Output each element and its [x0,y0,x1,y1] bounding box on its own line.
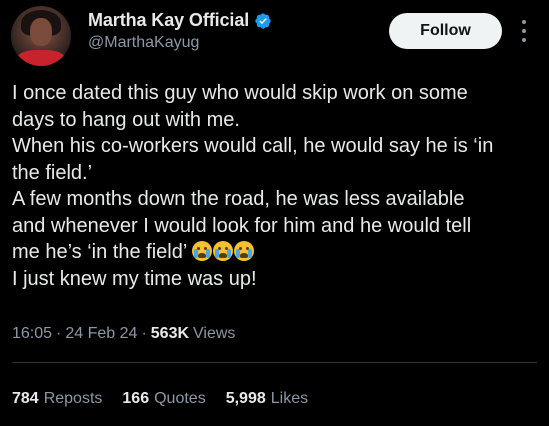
reposts-stat[interactable]: 784 Reposts [12,390,102,408]
tweet-text: I once dated this guy who would skip wor… [12,80,542,292]
likes-count: 5,998 [225,390,266,407]
tweet-line: the field.’ [12,161,93,184]
author-display-name[interactable]: Martha Kay Official [88,10,249,31]
tweet-line-with-emoji: me he’s ‘in the field’ [12,239,542,266]
tweet-date[interactable]: 24 Feb 24 [65,325,137,343]
quotes-label: Quotes [154,390,206,407]
tweet-line: A few months down the road, he was less … [12,188,465,210]
avatar[interactable] [11,6,71,66]
tweet-line: When his co-workers would call, he would… [12,135,494,157]
crying-face-emoji-icon [234,241,255,261]
tweet-meta: 16:05 · 24 Feb 24 · 563K Views [12,325,235,343]
reposts-label: Reposts [43,390,103,407]
quotes-count: 166 [122,390,150,407]
engagement-stats: 784 Reposts 166 Quotes 5,998 Likes [12,390,308,408]
tweet-line: days to hang out with me. [12,108,240,131]
meta-separator: · [141,325,147,342]
crying-face-emoji-icon [213,241,234,261]
likes-stat[interactable]: 5,998 Likes [226,390,308,408]
tweet-line: I just knew my time was up! [12,267,257,290]
quotes-stat[interactable]: 166 Quotes [122,390,205,408]
tweet-line: me he’s ‘in the field’ [12,241,187,263]
tweet-line: and whenever I would look for him and he… [12,214,472,237]
author-name-row: Martha Kay Official [88,10,272,31]
crying-face-emoji-icon [192,241,213,261]
views-count: 563K [150,325,190,342]
views-label: Views [193,325,236,342]
likes-label: Likes [270,390,309,407]
tweet-header: Martha Kay Official @MarthaKayug Follow [0,0,549,76]
verified-badge-icon [255,12,271,29]
reposts-count: 784 [12,390,39,407]
follow-button[interactable]: Follow [389,13,502,49]
author-handle[interactable]: @MarthaKayug [88,34,199,52]
tweet-line: I once dated this guy who would skip wor… [12,82,468,104]
divider [12,362,537,363]
meta-separator: · [56,325,62,342]
tweet-time[interactable]: 16:05 [12,325,52,343]
more-options-icon[interactable] [517,18,531,44]
